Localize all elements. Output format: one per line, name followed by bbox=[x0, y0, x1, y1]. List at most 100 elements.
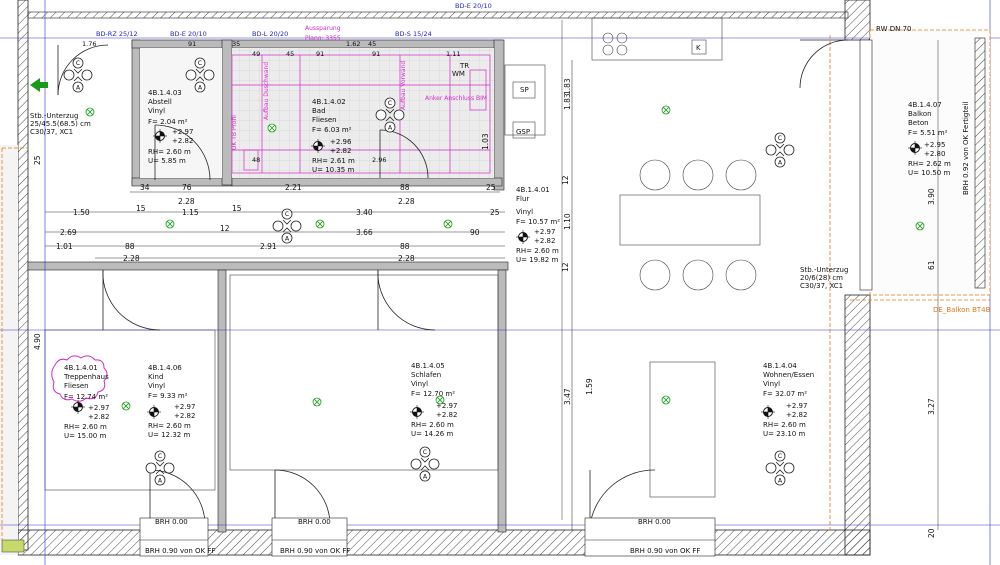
dim-top-12: 91 bbox=[188, 40, 196, 48]
room-bad-floor: Fliesen bbox=[312, 116, 337, 124]
room-kind-area: F= 9.33 m² bbox=[148, 392, 188, 400]
brh-bottom-3: BRH 0.90 von OK FF bbox=[630, 547, 700, 555]
tr-label: TR bbox=[459, 62, 469, 70]
dim-r6-1: 2.28 bbox=[123, 254, 140, 263]
room-balkon-u: U= 10.50 m bbox=[908, 169, 950, 177]
pink-note-3: Anker Anschluss BIM bbox=[425, 95, 487, 102]
dim-r3-6: 25 bbox=[490, 208, 500, 217]
stb-left-2: 25/45.5(68.5) cm bbox=[30, 120, 91, 128]
room-kind-id: 4B.1.4.06 bbox=[148, 364, 182, 372]
room-kind-lvl2: +2.82 bbox=[174, 412, 195, 420]
dim-r4-2: 12 bbox=[220, 224, 230, 233]
room-abstell-lvl1: +2.97 bbox=[172, 128, 193, 136]
legend-swatch bbox=[1, 539, 25, 553]
room-balkon-id: 4B.1.4.07 bbox=[908, 101, 942, 109]
room-abstell-floor: Vinyl bbox=[148, 107, 165, 115]
dim-top-1: 1.76 bbox=[82, 40, 96, 48]
room-wohnen-name: Wohnen/Essen bbox=[763, 371, 814, 379]
dim-r5-3: 2.91 bbox=[260, 242, 277, 251]
room-wohnen-lvl1: +2.97 bbox=[786, 402, 807, 410]
dim-r4-3: 3.66 bbox=[356, 228, 373, 237]
dim-r5-1: 1.01 bbox=[56, 242, 73, 251]
dim-top-3: 91 bbox=[372, 50, 380, 58]
dim-top-7: 1.11 bbox=[446, 50, 460, 58]
stb-left-1: Stb.-Unterzug bbox=[30, 112, 78, 120]
room-treppenhaus-u: U= 15.00 m bbox=[64, 432, 106, 440]
room-treppenhaus-area: F= 12.74 m² bbox=[64, 393, 108, 401]
dim-r6-2: 2.28 bbox=[398, 254, 415, 263]
floor-plan: C A bbox=[0, 0, 1000, 565]
room-treppenhaus-lvl1: +2.97 bbox=[88, 404, 109, 412]
room-schlafen-lvl1: +2.97 bbox=[436, 402, 457, 410]
room-flur-u: U= 19.82 m bbox=[516, 256, 558, 264]
dim-v-13: 1.83 bbox=[563, 78, 572, 95]
dim-top-11: 45 bbox=[368, 40, 376, 48]
dim-v-12: 25 bbox=[33, 155, 42, 165]
dim-v-14: 1.03 bbox=[481, 133, 490, 150]
room-schlafen-id: 4B.1.4.05 bbox=[411, 362, 445, 370]
room-balkon-name: Balkon bbox=[908, 110, 932, 118]
rw-label: RW DN 70 bbox=[876, 25, 912, 33]
room-abstell-lvl2: +2.82 bbox=[172, 137, 193, 145]
dim-r3-2: 15 bbox=[136, 204, 146, 213]
room-schlafen-area: F= 12.70 m² bbox=[411, 390, 455, 398]
top-tag-5: BD-E 20/10 bbox=[455, 2, 492, 10]
room-balkon-rh: RH= 2.62 m bbox=[908, 160, 951, 168]
dim-r1-2: 76 bbox=[182, 183, 192, 192]
room-flur-area: F= 10.57 m² bbox=[516, 218, 560, 226]
brh-bottom-1: BRH 0.90 von OK FF bbox=[145, 547, 215, 555]
top-tag-4: BD-S 15/24 bbox=[395, 30, 432, 38]
dim-r4-4: 90 bbox=[470, 228, 480, 237]
balkon-tag: DE_Balkon BT4B bbox=[933, 306, 991, 314]
room-wohnen-u: U= 23.10 m bbox=[763, 430, 805, 438]
balkon-brh: BRH 0.92 von OK Fertigteil bbox=[962, 102, 970, 195]
brh-sill-3: BRH 0.00 bbox=[638, 518, 671, 526]
dim-r1-3: 2.21 bbox=[285, 183, 302, 192]
dim-v-9: 61 bbox=[927, 260, 936, 270]
dim-r1-1: 34 bbox=[140, 183, 150, 192]
room-flur-id: 4B.1.4.01 bbox=[516, 186, 550, 194]
room-bad-lvl1: +2.96 bbox=[330, 138, 352, 146]
pink-note-5: Plano: 3355 bbox=[305, 35, 341, 42]
room-wohnen-floor: Vinyl bbox=[763, 380, 780, 388]
room-bad-lvl2: +2.82 bbox=[330, 147, 351, 155]
stb-left-3: C30/37, XC1 bbox=[30, 128, 73, 136]
dim-v-11: 20 bbox=[927, 528, 936, 538]
room-treppenhaus-lvl2: +2.82 bbox=[88, 413, 109, 421]
room-abstell-u: U= 5.85 m bbox=[148, 157, 186, 165]
k-label: K bbox=[696, 44, 701, 52]
room-kind-rh: RH= 2.60 m bbox=[148, 422, 191, 430]
dim-top-2: 35 bbox=[232, 40, 240, 48]
stb-right-3: C30/37, XC1 bbox=[800, 282, 843, 290]
dim-r3-1: 1.50 bbox=[73, 208, 90, 217]
dim-v-1: 4.90 bbox=[33, 333, 42, 350]
room-balkon-lvl1: +2.95 bbox=[924, 141, 945, 149]
stb-right-2: 20/6(28) cm bbox=[800, 274, 843, 282]
room-treppenhaus-name: Treppenhaus bbox=[63, 373, 109, 381]
room-schlafen-u: U= 14.26 m bbox=[411, 430, 453, 438]
dim-top-4: 45 bbox=[286, 50, 294, 58]
dim-r1-5: 25 bbox=[486, 183, 496, 192]
dim-v-8: 3.90 bbox=[927, 188, 936, 205]
room-balkon-lvl2: +2.80 bbox=[924, 150, 945, 158]
dim-r1-4: 88 bbox=[400, 183, 410, 192]
dim-v-3: 1.59 bbox=[585, 378, 594, 395]
room-wohnen-id: 4B.1.4.04 bbox=[763, 362, 797, 370]
room-schlafen-rh: RH= 2.60 m bbox=[411, 421, 454, 429]
room-wohnen-rh: RH= 2.60 m bbox=[763, 421, 806, 429]
room-abstell-area: F= 2.04 m² bbox=[148, 118, 188, 126]
room-treppenhaus-floor: Fliesen bbox=[64, 382, 89, 390]
room-flur-rh: RH= 2.60 m bbox=[516, 247, 559, 255]
dim-top-5: 49 bbox=[252, 50, 260, 58]
dim-r5-4: 88 bbox=[400, 242, 410, 251]
dim-top-8: 48 bbox=[252, 156, 260, 164]
dim-r4-1: 2.69 bbox=[60, 228, 77, 237]
room-bad-area: F= 6.03 m² bbox=[312, 126, 352, 134]
wm-label: WM bbox=[452, 70, 465, 78]
room-bad-u: U= 10.35 m bbox=[312, 166, 354, 174]
room-kind-lvl1: +2.97 bbox=[174, 403, 195, 411]
room-kind-floor: Vinyl bbox=[148, 382, 165, 390]
room-wohnen-lvl2: +2.82 bbox=[786, 411, 807, 419]
dim-r2-1: 2.28 bbox=[178, 197, 195, 206]
dim-r2-2: 2.28 bbox=[398, 197, 415, 206]
